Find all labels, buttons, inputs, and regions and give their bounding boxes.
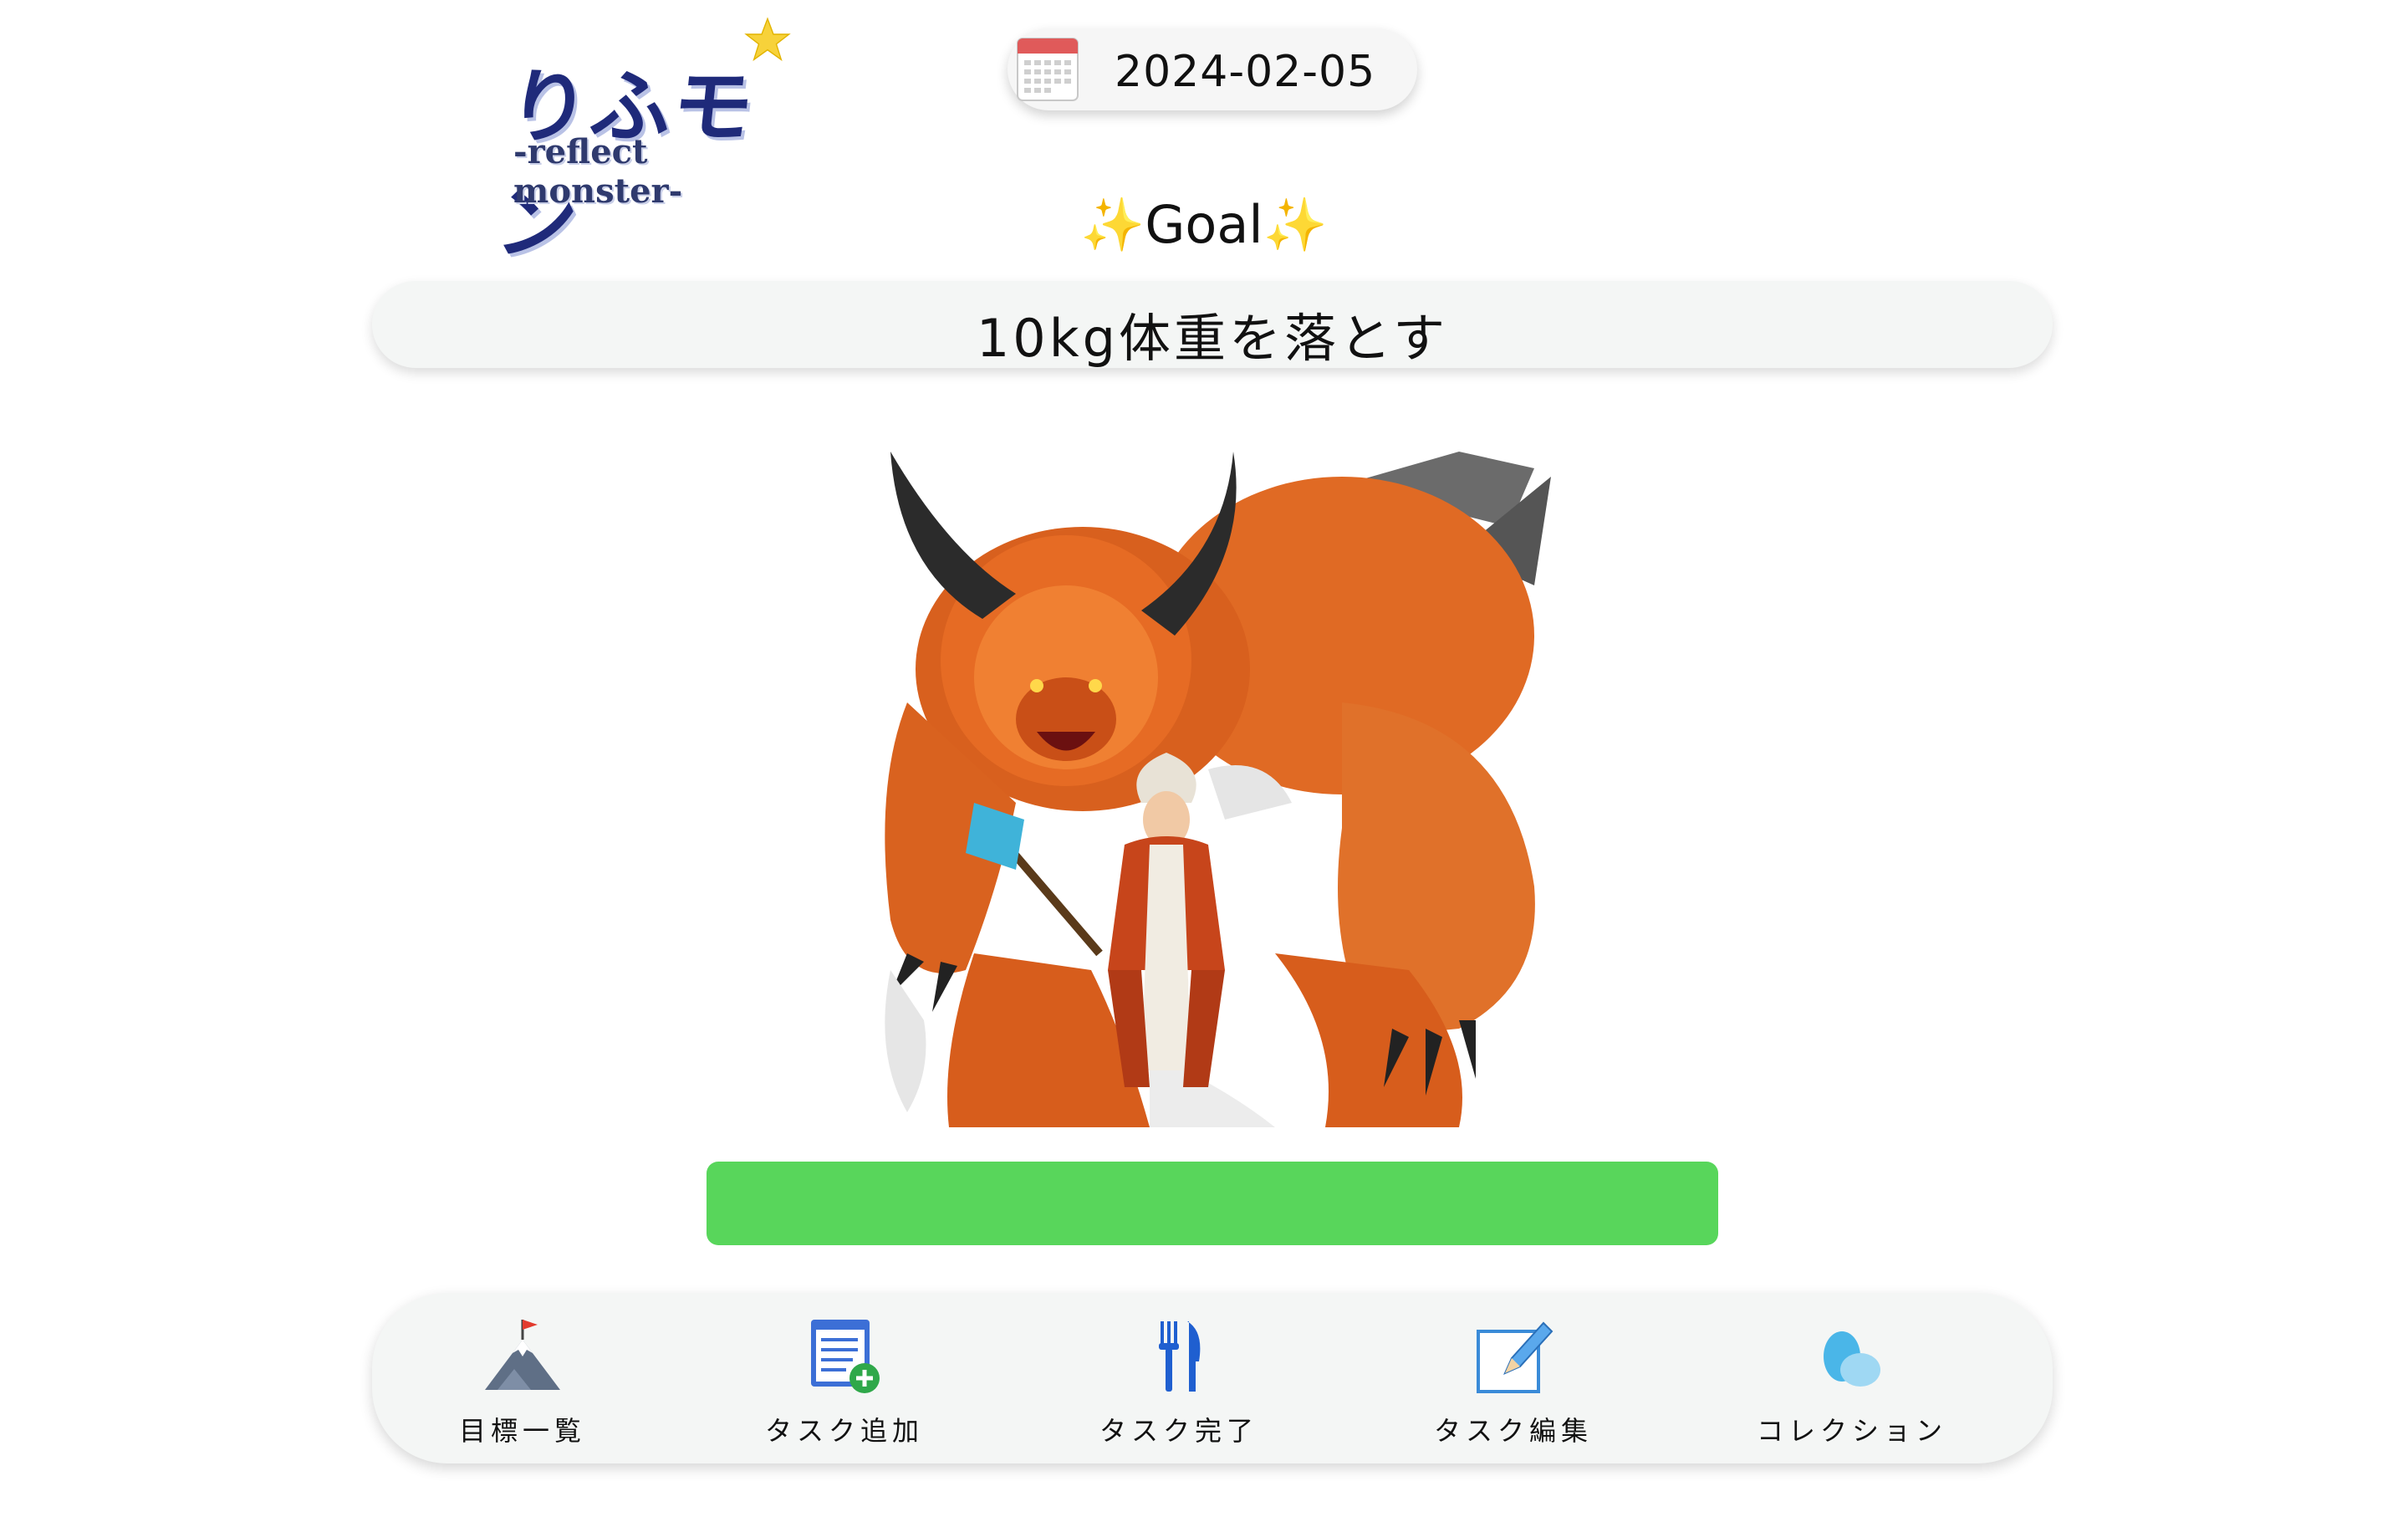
nav-item-complete-task[interactable]: タスク完了 bbox=[1070, 1293, 1288, 1463]
nav-label: コレクション bbox=[1756, 1415, 1947, 1447]
nav-label: 目標一覧 bbox=[458, 1415, 586, 1447]
nav-label: タスク編集 bbox=[1433, 1415, 1593, 1447]
add-task-icon bbox=[811, 1320, 880, 1393]
goal-heading-text: Goal bbox=[1145, 194, 1263, 255]
app-logo[interactable]: りふモン -reflect monster- bbox=[492, 17, 811, 270]
egg-collection-icon bbox=[1824, 1331, 1880, 1387]
mountain-flag-icon bbox=[485, 1320, 560, 1390]
sparkles-icon: ✨ bbox=[1263, 194, 1328, 255]
progress-bar bbox=[707, 1162, 1718, 1245]
goal-heading: ✨Goal✨ bbox=[0, 194, 2408, 256]
bottom-navigation: 目標一覧 タスク追加 タスク完了 タスク編集 コレクション bbox=[372, 1293, 2053, 1463]
goal-card: 10kg体重を落とす bbox=[372, 281, 2053, 369]
nav-label: タスク追加 bbox=[764, 1415, 924, 1447]
date-display[interactable]: 2024-02-05 bbox=[1008, 28, 1417, 110]
fork-knife-icon bbox=[1159, 1321, 1201, 1392]
nav-label: タスク完了 bbox=[1099, 1415, 1258, 1447]
star-icon bbox=[744, 17, 791, 62]
date-text: 2024-02-05 bbox=[1115, 47, 1376, 97]
nav-item-edit-task[interactable]: タスク編集 bbox=[1405, 1293, 1622, 1463]
nav-item-add-task[interactable]: タスク追加 bbox=[736, 1293, 953, 1463]
calendar-icon bbox=[1017, 38, 1079, 101]
monster-illustration bbox=[874, 452, 1551, 1127]
nav-item-collection[interactable]: コレクション bbox=[1743, 1293, 1961, 1463]
nav-item-goal-list[interactable]: 目標一覧 bbox=[414, 1293, 631, 1463]
edit-pencil-icon bbox=[1477, 1321, 1553, 1393]
sparkles-icon: ✨ bbox=[1080, 194, 1145, 255]
goal-text: 10kg体重を落とす bbox=[976, 308, 1449, 369]
